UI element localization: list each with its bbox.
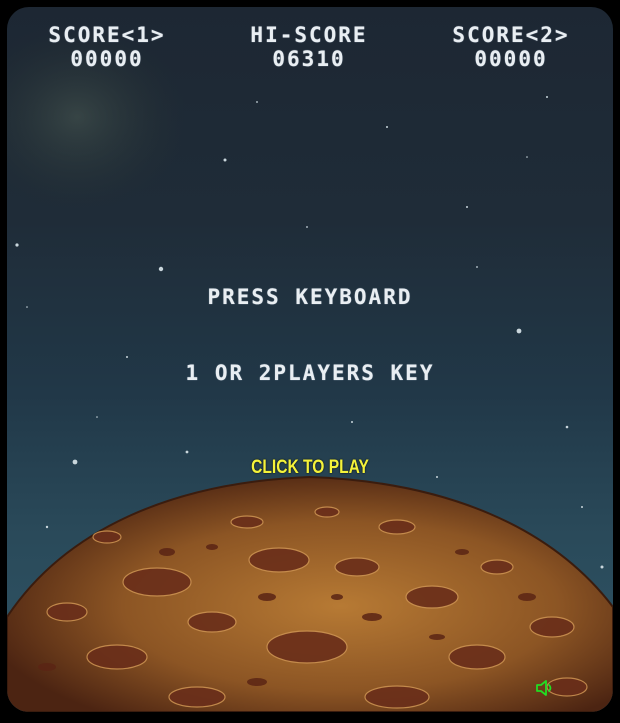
game-screen[interactable]: SCORE<1> 00000 HI-SCORE 06310 SCORE<2> 0… — [7, 7, 613, 712]
hiscore-value: 06310 — [272, 47, 346, 71]
score-player2-label: SCORE<2> — [452, 23, 570, 47]
speaker-icon[interactable] — [534, 677, 558, 699]
hiscore-label: HI-SCORE — [250, 23, 368, 47]
score-player2-value: 00000 — [474, 47, 548, 71]
press-keyboard-prompt: PRESS KEYBOARD — [207, 285, 413, 309]
click-to-play-button[interactable]: CLICK TO PLAY — [228, 457, 392, 479]
score-player1-value: 00000 — [70, 47, 144, 71]
players-key-prompt: 1 OR 2PLAYERS KEY — [185, 361, 435, 385]
starfield-background — [7, 22, 604, 618]
score-player1-label: SCORE<1> — [48, 23, 166, 47]
